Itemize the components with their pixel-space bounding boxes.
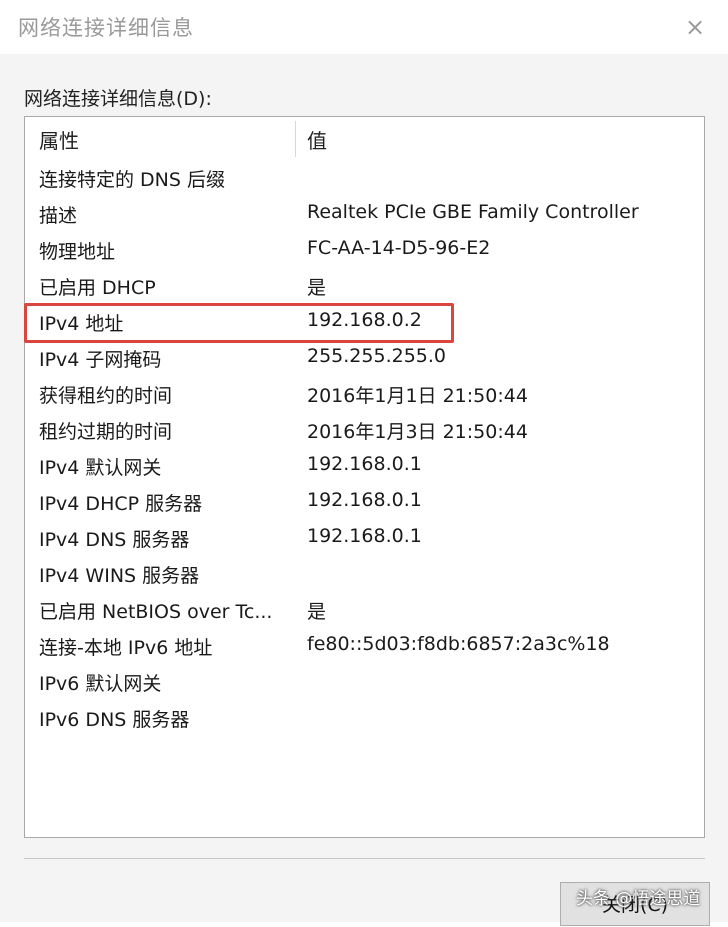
row-property: 物理地址	[39, 241, 116, 263]
list-row[interactable]: IPv6 DNS 服务器	[25, 701, 704, 737]
ipv4-address-highlight-box	[24, 303, 454, 343]
list-row[interactable]: IPv6 默认网关	[25, 665, 704, 701]
row-property: IPv4 子网掩码	[39, 349, 162, 371]
row-value: FC-AA-14-D5-96-E2	[307, 237, 491, 259]
list-row[interactable]: IPv4 DNS 服务器 192.168.0.1	[25, 521, 704, 557]
details-listview[interactable]: 属性 值 连接特定的 DNS 后缀 描述 Realtek PCIe GBE Fam…	[24, 116, 705, 838]
list-row[interactable]: IPv4 默认网关 192.168.0.1	[25, 449, 704, 485]
close-icon[interactable]: ×	[680, 12, 710, 42]
row-value: 是	[307, 277, 327, 299]
row-property: 租约过期的时间	[39, 421, 173, 443]
column-header-property[interactable]: 属性	[39, 125, 79, 154]
list-rows: 连接特定的 DNS 后缀 描述 Realtek PCIe GBE Family C…	[25, 161, 704, 737]
list-header: 属性 值	[25, 117, 704, 161]
title-bar: 网络连接详细信息 ×	[0, 0, 728, 54]
list-row[interactable]: IPv4 WINS 服务器	[25, 557, 704, 593]
list-row[interactable]: IPv4 子网掩码 255.255.255.0	[25, 341, 704, 377]
row-property: IPv4 默认网关	[39, 457, 162, 479]
list-row[interactable]: 连接特定的 DNS 后缀	[25, 161, 704, 197]
row-property: 已启用 DHCP	[39, 277, 156, 299]
list-row[interactable]: 描述 Realtek PCIe GBE Family Controller	[25, 197, 704, 233]
list-row[interactable]: 已启用 DHCP 是	[25, 269, 704, 305]
row-value: 192.168.0.1	[307, 525, 422, 547]
row-value: 是	[307, 601, 327, 623]
row-property: 已启用 NetBIOS over Tc...	[39, 601, 273, 623]
row-property: IPv4 DHCP 服务器	[39, 493, 203, 515]
details-label: 网络连接详细信息(D):	[24, 88, 212, 110]
row-property: IPv6 DNS 服务器	[39, 709, 190, 731]
list-row[interactable]: 连接-本地 IPv6 地址 fe80::5d03:f8db:6857:2a3c%1…	[25, 629, 704, 665]
list-row[interactable]: IPv4 DHCP 服务器 192.168.0.1	[25, 485, 704, 521]
row-value: 192.168.0.1	[307, 453, 422, 475]
row-value: 255.255.255.0	[307, 345, 447, 367]
row-property: IPv4 DNS 服务器	[39, 529, 190, 551]
list-row[interactable]: 物理地址 FC-AA-14-D5-96-E2	[25, 233, 704, 269]
window-title: 网络连接详细信息	[18, 16, 194, 40]
watermark-text: 头条 @悟途思道	[576, 889, 701, 909]
list-row[interactable]: 租约过期的时间 2016年1月3日 21:50:44	[25, 413, 704, 449]
column-divider[interactable]	[295, 121, 296, 157]
row-property: IPv6 默认网关	[39, 673, 162, 695]
row-value: 2016年1月3日 21:50:44	[307, 421, 528, 443]
row-property: 描述	[39, 205, 78, 227]
row-property: 连接-本地 IPv6 地址	[39, 637, 213, 659]
footer-divider	[24, 858, 705, 859]
row-property: IPv4 WINS 服务器	[39, 565, 200, 587]
list-row[interactable]: 已启用 NetBIOS over Tc... 是	[25, 593, 704, 629]
row-value: fe80::5d03:f8db:6857:2a3c%18	[307, 633, 610, 655]
row-property: 获得租约的时间	[39, 385, 173, 407]
row-value: Realtek PCIe GBE Family Controller	[307, 201, 639, 223]
list-row[interactable]: 获得租约的时间 2016年1月1日 21:50:44	[25, 377, 704, 413]
row-property: 连接特定的 DNS 后缀	[39, 169, 225, 191]
row-value: 192.168.0.1	[307, 489, 422, 511]
network-details-dialog: 网络连接详细信息 × 网络连接详细信息(D): 属性 值 连接特定的 DNS 后…	[0, 0, 728, 926]
column-header-value[interactable]: 值	[307, 125, 327, 154]
row-value: 2016年1月1日 21:50:44	[307, 385, 528, 407]
